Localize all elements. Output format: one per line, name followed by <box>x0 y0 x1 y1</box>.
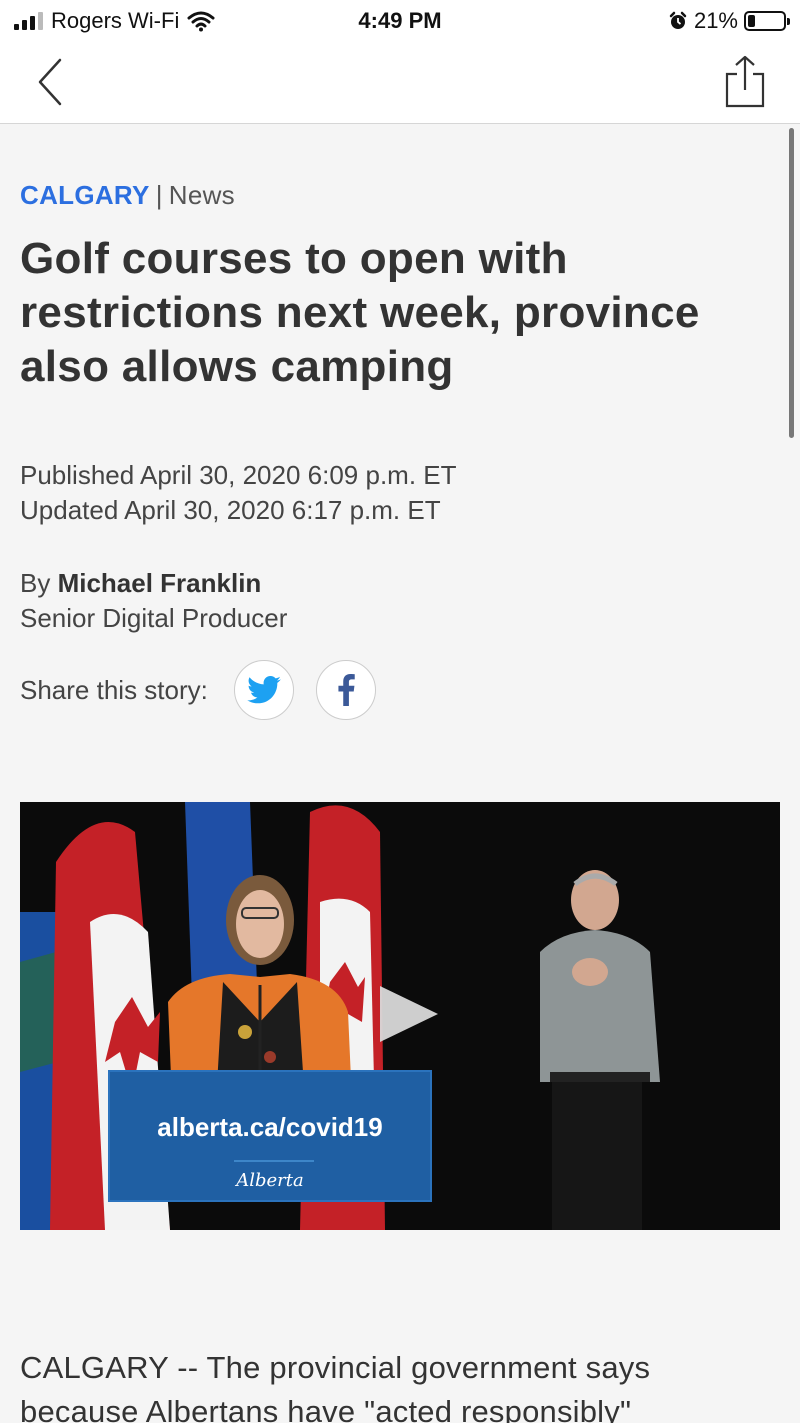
share-row: Share this story: <box>20 660 398 720</box>
byline-prefix: By <box>20 568 51 598</box>
battery-fill <box>748 15 756 27</box>
video-player[interactable]: alberta.ca/covid19 Alberta <box>20 802 780 1230</box>
alberta-logo: Alberta <box>236 1170 304 1191</box>
updated-date: Updated April 30, 2020 6:17 p.m. ET <box>20 495 441 525</box>
share-icon <box>725 55 765 108</box>
podium-sign: alberta.ca/covid19 Alberta <box>108 1070 432 1202</box>
kicker: CALGARY | News <box>20 180 235 211</box>
kicker-city-link[interactable]: CALGARY <box>20 180 150 210</box>
share-label: Share this story: <box>20 674 208 705</box>
back-button[interactable] <box>28 56 78 108</box>
alarm-icon <box>669 11 687 29</box>
author-name[interactable]: Michael Franklin <box>58 568 262 598</box>
battery-icon <box>744 11 790 31</box>
article-body: CALGARY -- The provincial government say… <box>20 1346 780 1423</box>
play-icon[interactable] <box>378 984 440 1044</box>
kicker-section-link[interactable]: News <box>169 180 235 210</box>
scrollbar[interactable] <box>789 128 794 438</box>
twitter-share-button[interactable] <box>233 660 294 720</box>
author-title: Senior Digital Producer <box>20 603 288 633</box>
status-right: 21% <box>668 8 790 34</box>
navigation-bar <box>0 42 800 124</box>
chevron-left-icon <box>38 58 62 106</box>
kicker-separator: | <box>155 180 163 210</box>
status-bar: Rogers Wi-Fi 4:49 PM 21% <box>0 0 800 42</box>
body-line-2: because Albertans have "acted responsibl… <box>20 1394 632 1423</box>
twitter-icon <box>247 676 281 704</box>
facebook-icon <box>338 674 355 706</box>
podium-url: alberta.ca/covid19 <box>157 1112 383 1142</box>
body-line-1: CALGARY -- The provincial government say… <box>20 1350 651 1385</box>
podium-divider <box>234 1160 314 1162</box>
published-date: Published April 30, 2020 6:09 p.m. ET <box>20 460 457 490</box>
article-dates: Published April 30, 2020 6:09 p.m. ET Up… <box>20 458 457 528</box>
byline: By Michael Franklin Senior Digital Produ… <box>20 566 287 636</box>
article-headline: Golf courses to open with restrictions n… <box>20 234 700 391</box>
facebook-share-button[interactable] <box>315 660 376 720</box>
share-button[interactable] <box>722 54 768 110</box>
battery-percent: 21% <box>693 8 738 33</box>
